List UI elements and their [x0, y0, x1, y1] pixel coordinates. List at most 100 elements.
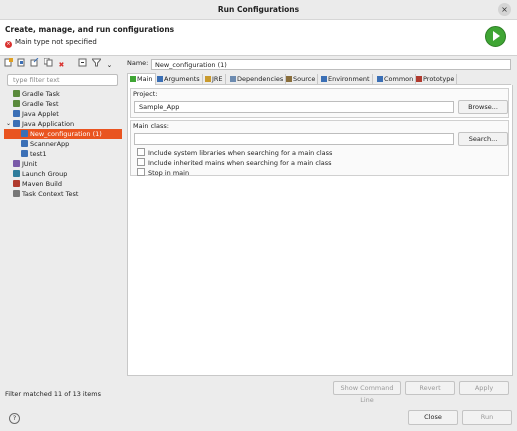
config-type-icon [13, 190, 20, 197]
error-message: × Main type not specified [5, 38, 97, 48]
tree-item-label: Gradle Task [22, 90, 60, 98]
config-type-icon [13, 90, 20, 97]
tab-dependencies[interactable]: Dependencies [228, 74, 287, 84]
tree-item[interactable]: Gradle Task [4, 89, 122, 99]
tab-label: Environment [328, 75, 370, 83]
main-class-label: Main class: [133, 122, 169, 130]
include-inherited-mains-checkbox[interactable]: Include inherited mains when searching f… [137, 158, 332, 167]
checkbox-box[interactable] [137, 158, 145, 166]
config-editor-panel: Name: New_configuration (1) Main Argument… [124, 57, 513, 404]
tree-item-label: Task Context Test [22, 190, 79, 198]
project-label: Project: [133, 90, 158, 98]
tab-label: Arguments [164, 75, 200, 83]
tab-icon [377, 76, 383, 82]
close-button[interactable]: Close [408, 410, 458, 425]
view-menu-icon[interactable]: ⌄ [105, 61, 114, 70]
name-label: Name: [127, 59, 149, 67]
filter-icon[interactable] [90, 58, 102, 67]
tree-item-label: Maven Build [22, 180, 62, 188]
config-type-icon [21, 130, 28, 137]
tree-item[interactable]: ScannerApp [4, 139, 122, 149]
config-type-icon [13, 100, 20, 107]
launch-config-list-panel: ✖ ⌄ type filter text Gradle Task Gradle T… [4, 57, 122, 401]
tab-source[interactable]: Source [284, 74, 319, 84]
tab-label: Common [384, 75, 414, 83]
tree-item-label: New_configuration (1) [30, 130, 102, 138]
tree-item-label: Java Applet [22, 110, 59, 118]
tree-item[interactable]: Java Applet [4, 109, 122, 119]
stop-in-main-checkbox[interactable]: Stop in main [137, 168, 190, 177]
tab-icon [416, 76, 422, 82]
tree-item[interactable]: test1 [4, 149, 122, 159]
include-system-libraries-checkbox[interactable]: Include system libraries when searching … [137, 148, 333, 157]
checkbox-box[interactable] [137, 168, 145, 176]
duplicate-icon[interactable] [43, 57, 53, 67]
tree-item[interactable]: New_configuration (1) [4, 129, 122, 139]
tab-label: JRE [212, 75, 223, 83]
tree-item-label: JUnit [22, 160, 38, 168]
run-button[interactable]: Run [462, 410, 512, 425]
error-text: Main type not specified [15, 38, 97, 46]
tab-main[interactable]: Main [127, 73, 156, 85]
tab-jre[interactable]: JRE [203, 74, 226, 84]
tab-label: Source [293, 75, 316, 83]
config-type-icon [21, 140, 28, 147]
filter-input[interactable]: type filter text [7, 74, 118, 86]
tree-item-label: test1 [30, 150, 47, 158]
tree-item[interactable]: Gradle Test [4, 99, 122, 109]
error-icon: × [5, 41, 12, 48]
config-type-icon [13, 170, 20, 177]
tree-item[interactable]: Maven Build [4, 179, 122, 189]
tree-item[interactable]: JUnit [4, 159, 122, 169]
tree-item-label: Java Application [22, 120, 75, 128]
checkbox-label: Include system libraries when searching … [148, 149, 333, 157]
tab-icon [230, 76, 236, 82]
config-type-icon [13, 180, 20, 187]
collapse-all-icon[interactable] [78, 58, 87, 67]
dialog-heading: Create, manage, and run configurations [5, 25, 175, 34]
browse-button[interactable]: Browse... [458, 100, 508, 114]
help-icon[interactable]: ? [9, 413, 20, 424]
tab-label: Prototype [423, 75, 455, 83]
toolbar-separator [70, 58, 74, 67]
tree-item[interactable]: Task Context Test [4, 189, 122, 199]
main-tab-panel: Project: Sample_App Browse... Main class… [127, 85, 513, 376]
revert-button[interactable]: Revert [405, 381, 455, 395]
dialog-header: Create, manage, and run configurations ×… [0, 20, 517, 56]
checkbox-label: Stop in main [148, 169, 190, 177]
delete-icon[interactable]: ✖ [57, 61, 66, 70]
tab-common[interactable]: Common [375, 74, 417, 84]
tab-icon [205, 76, 211, 82]
tree-item-label: Launch Group [22, 170, 68, 178]
tab-arguments[interactable]: Arguments [155, 74, 203, 84]
tree-item[interactable]: ⌄ Java Application [4, 119, 122, 129]
tree-item-label: ScannerApp [30, 140, 70, 148]
project-group: Project: Sample_App Browse... [130, 88, 509, 118]
run-launch-icon [485, 26, 506, 47]
export-icon[interactable] [30, 57, 39, 67]
tree-item[interactable]: Launch Group [4, 169, 122, 179]
tab-environment[interactable]: Environment [319, 74, 373, 84]
tab-icon [286, 76, 292, 82]
search-button[interactable]: Search... [458, 132, 508, 146]
close-window-button[interactable]: × [498, 3, 511, 16]
apply-button[interactable]: Apply [459, 381, 509, 395]
tab-icon [321, 76, 327, 82]
project-field[interactable]: Sample_App [134, 101, 454, 113]
window-titlebar: Run Configurations × [0, 0, 517, 20]
config-type-icon [21, 150, 28, 157]
config-tree: Gradle Task Gradle Test Java Applet ⌄ Java A… [4, 89, 122, 199]
main-class-field[interactable] [134, 133, 454, 145]
expander-icon[interactable]: ⌄ [6, 119, 11, 129]
new-launch-config-icon[interactable] [4, 58, 13, 67]
config-type-icon [13, 160, 20, 167]
new-prototype-icon[interactable] [17, 58, 26, 67]
show-command-line-button[interactable]: Show Command Line [333, 381, 401, 404]
config-type-icon [13, 120, 20, 127]
tree-item-label: Gradle Test [22, 100, 59, 108]
config-type-icon [13, 110, 20, 117]
tab-prototype[interactable]: Prototype [414, 74, 458, 84]
name-field[interactable]: New_configuration (1) [151, 59, 511, 70]
checkbox-label: Include inherited mains when searching f… [148, 159, 332, 167]
checkbox-box[interactable] [137, 148, 145, 156]
